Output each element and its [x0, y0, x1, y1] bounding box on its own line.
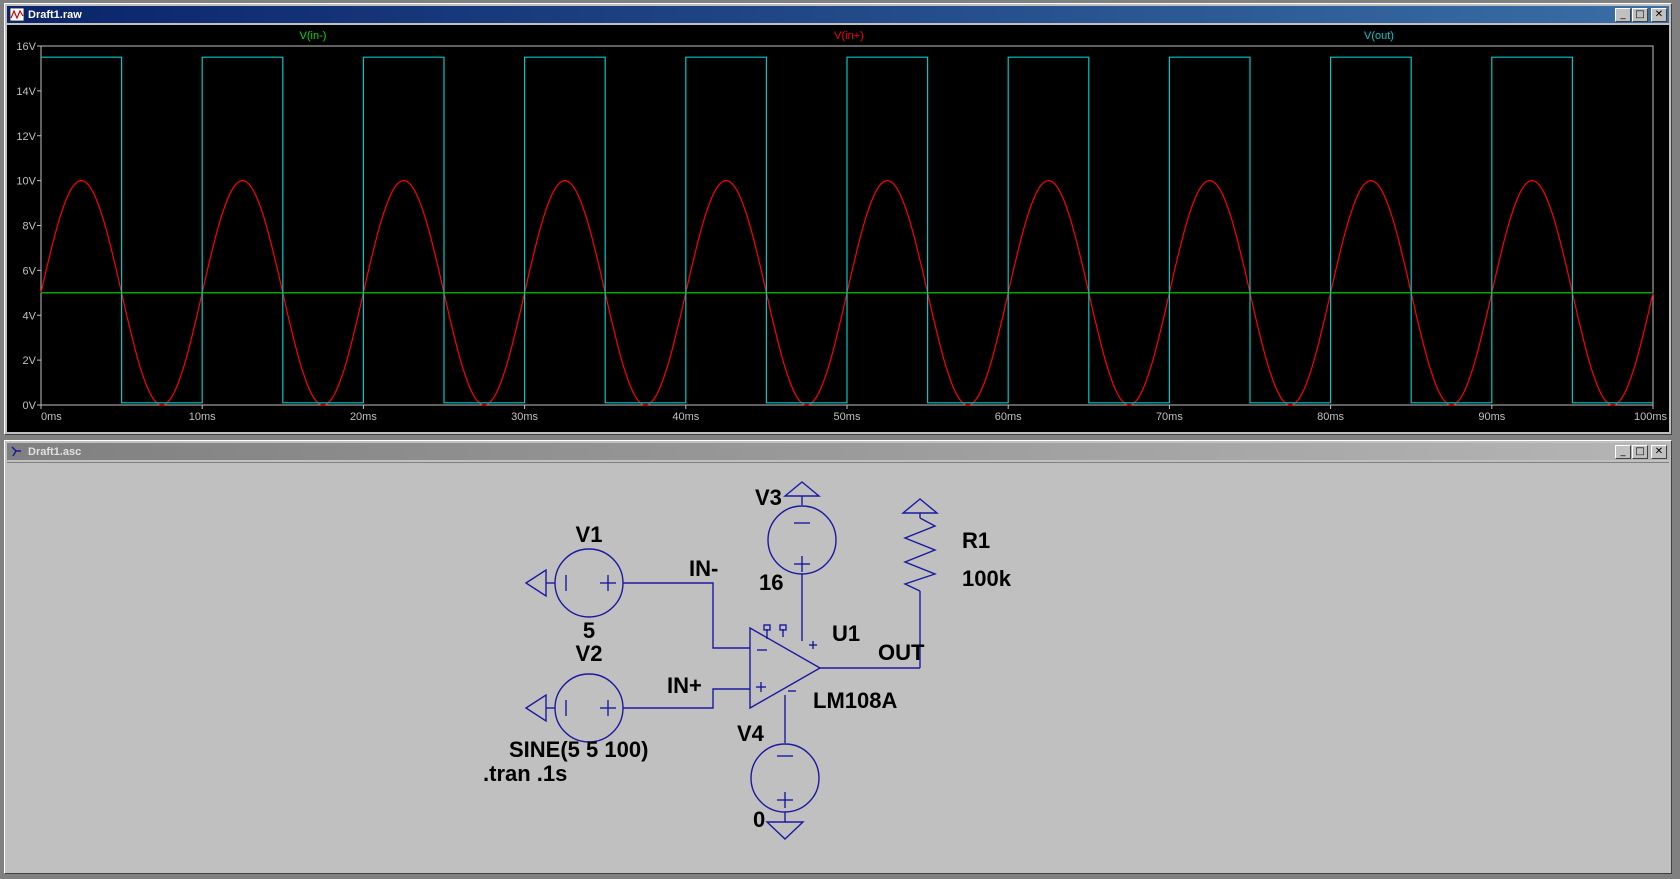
net-label-out[interactable]: OUT: [878, 640, 925, 665]
net-label-in-plus[interactable]: IN+: [667, 673, 702, 698]
schematic-window-title: Draft1.asc: [28, 445, 82, 458]
v1-ground-symbol: [524, 568, 547, 598]
waveform-window[interactable]: Draft1.raw _ □ ✕ V(in-) V(in+) V(out) 0V…: [4, 3, 1672, 435]
r1-supply-symbol: [901, 498, 939, 514]
x-tick-label: 30ms: [511, 411, 538, 423]
y-tick-label: 12V: [16, 131, 36, 143]
v2-value[interactable]: SINE(5 5 100): [509, 737, 648, 762]
schematic-titlebar[interactable]: Draft1.asc _ □ ✕: [7, 443, 1669, 460]
x-tick-label: 50ms: [834, 411, 861, 423]
trace-label-in-minus[interactable]: V(in-): [300, 30, 327, 42]
schematic-window[interactable]: Draft1.asc _ □ ✕ V1 5 V2 SINE(5 5 100) .…: [4, 440, 1672, 874]
y-tick-label: 2V: [23, 355, 37, 367]
v1-value[interactable]: 5: [583, 618, 595, 643]
y-tick-label: 16V: [16, 41, 36, 53]
v3-value[interactable]: 16: [759, 570, 783, 595]
v4-name[interactable]: V4: [737, 721, 765, 746]
r1-value[interactable]: 100k: [962, 566, 1012, 591]
waveform-titlebar[interactable]: Draft1.raw _ □ ✕: [7, 6, 1669, 23]
y-tick-label: 6V: [23, 265, 37, 277]
close-button[interactable]: ✕: [1651, 7, 1667, 22]
y-tick-label: 10V: [16, 176, 36, 188]
x-tick-label: 10ms: [189, 411, 216, 423]
v4-value[interactable]: 0: [753, 807, 765, 832]
x-tick-label: 100ms: [1634, 411, 1668, 423]
schematic-drawing[interactable]: V1 5 V2 SINE(5 5 100) .tran .1s V3 16 V4…: [7, 463, 1669, 873]
traces: [40, 56, 1654, 406]
r1-name[interactable]: R1: [962, 528, 990, 553]
u1-value[interactable]: LM108A: [813, 688, 897, 713]
x-tick-label: 80ms: [1317, 411, 1344, 423]
v4-ground-symbol: [765, 821, 805, 840]
net-label-in-minus[interactable]: IN-: [689, 556, 718, 581]
waveform-plot-pane[interactable]: V(in-) V(in+) V(out) 0V 2V 4V 6V 8V 10V 12V 14V…: [7, 25, 1669, 432]
x-tick-label: 70ms: [1156, 411, 1183, 423]
trace-label-in-plus[interactable]: V(in+): [834, 30, 864, 42]
minimize-button[interactable]: _: [1615, 444, 1631, 459]
v2-name[interactable]: V2: [576, 641, 603, 666]
x-tick-label: 0ms: [41, 411, 62, 423]
y-tick-label: 8V: [23, 221, 37, 233]
y-tick-label: 0V: [23, 400, 37, 412]
u1-name[interactable]: U1: [832, 621, 860, 646]
x-tick-label: 20ms: [350, 411, 377, 423]
v3-supply-symbol: [783, 481, 821, 497]
y-tick-label: 14V: [16, 86, 36, 98]
schematic-app-icon: [11, 446, 21, 457]
trace-vout[interactable]: [41, 56, 1653, 404]
spice-directive[interactable]: .tran .1s: [483, 761, 567, 786]
v1-source[interactable]: [524, 548, 624, 618]
close-button[interactable]: ✕: [1651, 444, 1667, 459]
y-axis: 0V 2V 4V 6V 8V 10V 12V 14V 16V: [16, 41, 41, 412]
v3-name[interactable]: V3: [755, 485, 782, 510]
v1-name[interactable]: V1: [576, 522, 603, 547]
waveform-window-title: Draft1.raw: [28, 8, 82, 21]
v2-source[interactable]: [524, 673, 624, 743]
minimize-button[interactable]: _: [1615, 7, 1631, 22]
waveform-app-icon: [10, 8, 24, 21]
trace-label-out[interactable]: V(out): [1364, 30, 1394, 42]
x-axis: 0ms 10ms 20ms 30ms 40ms 50ms 60ms 70ms 80ms 90ms 1…: [40, 405, 1668, 423]
waveform-plot[interactable]: V(in-) V(in+) V(out) 0V 2V 4V 6V 8V 10V 12V 14V…: [7, 25, 1669, 432]
v2-ground-symbol: [524, 693, 547, 723]
schematic-canvas[interactable]: V1 5 V2 SINE(5 5 100) .tran .1s V3 16 V4…: [7, 462, 1669, 871]
x-tick-label: 40ms: [672, 411, 699, 423]
x-tick-label: 90ms: [1478, 411, 1505, 423]
y-tick-label: 4V: [23, 310, 37, 322]
x-tick-label: 60ms: [995, 411, 1022, 423]
wire-in-minus[interactable]: [623, 582, 750, 649]
maximize-button[interactable]: □: [1632, 7, 1648, 22]
maximize-button[interactable]: □: [1632, 444, 1648, 459]
